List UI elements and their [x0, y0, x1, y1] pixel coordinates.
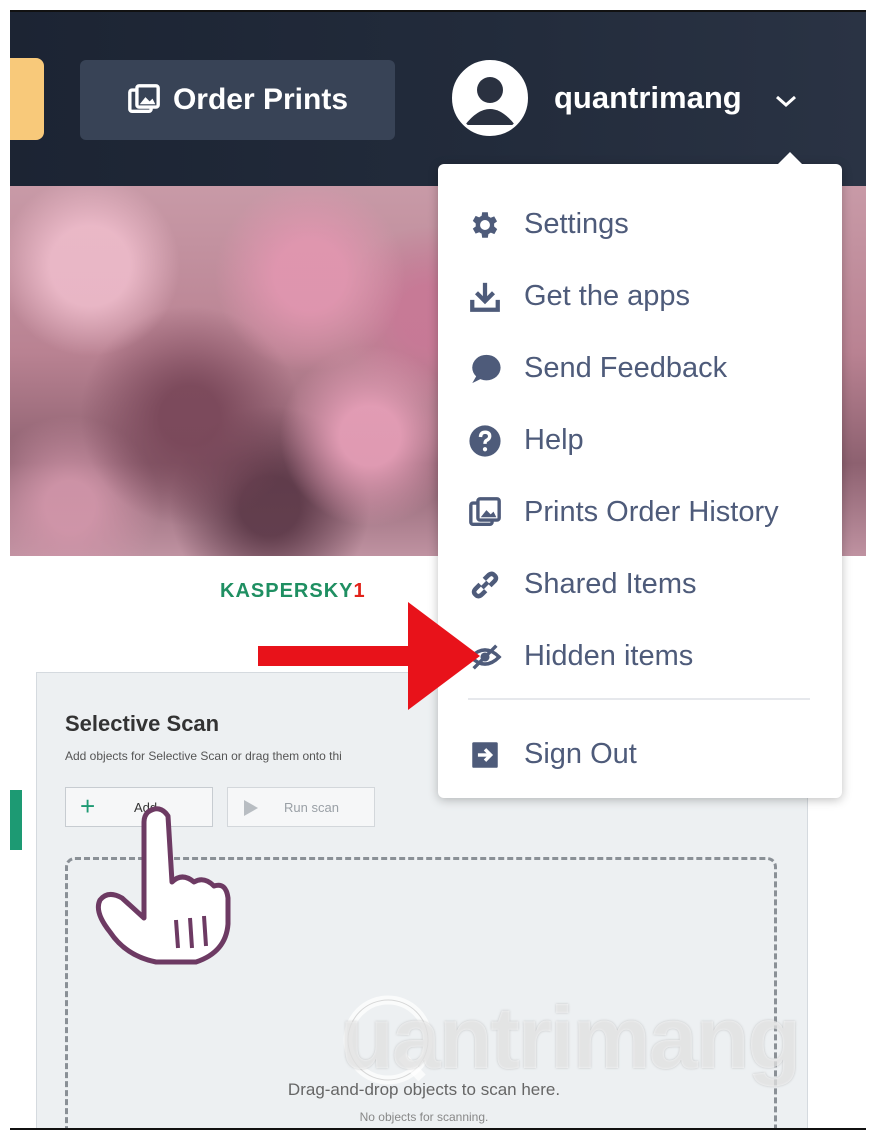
menu-item-label: Hidden items [524, 640, 694, 672]
sign-out-icon [472, 742, 498, 768]
menu-item-prints-order-history[interactable]: Prints Order History [438, 482, 842, 542]
menu-item-get-apps[interactable]: Get the apps [438, 266, 842, 326]
account-dropdown-menu: Settings Get the apps Send Feedback Help… [438, 152, 842, 798]
chevron-down-icon[interactable] [774, 92, 798, 110]
menu-item-label: Shared Items [524, 568, 697, 600]
menu-item-label: Get the apps [524, 280, 691, 312]
order-prints-label: Order Prints [172, 83, 349, 116]
upload-button-edge[interactable] [10, 58, 44, 140]
hand-pointer-icon [95, 806, 231, 965]
user-icon [455, 63, 525, 133]
menu-item-shared-items[interactable]: Shared Items [438, 554, 842, 614]
menu-item-label: Settings [524, 208, 629, 240]
menu-item-label: Help [524, 424, 584, 456]
prints-icon [128, 84, 160, 114]
red-arrow-icon [258, 602, 480, 710]
run-scan-button[interactable]: Run scan [227, 787, 375, 827]
menu-item-settings[interactable]: Settings [438, 194, 842, 254]
chat-bubble-icon [472, 354, 501, 384]
avatar[interactable] [452, 60, 528, 136]
left-strip [10, 678, 36, 1128]
order-prints-button[interactable]: Order Prints [80, 60, 395, 140]
side-tab-marker [10, 790, 22, 850]
top-bar: Order Prints quantrimang [10, 12, 866, 186]
prints-icon [469, 497, 501, 527]
menu-item-sign-out[interactable]: Sign Out [438, 724, 842, 784]
watermark-text: uantrimang [340, 988, 801, 1087]
gear-icon [472, 212, 498, 238]
kaspersky-logo: KASPERSKY1 [220, 580, 366, 602]
menu-item-send-feedback[interactable]: Send Feedback [438, 338, 842, 398]
scan-title: Selective Scan [65, 711, 220, 736]
drop-subtext: No objects for scanning. [359, 1110, 489, 1124]
screenshot-frame: Order Prints quantrimang KASPERSKY1 Sele… [10, 10, 866, 1130]
menu-item-hidden-items[interactable]: Hidden items [438, 626, 842, 686]
download-icon [470, 282, 500, 312]
username[interactable]: quantrimang [554, 80, 742, 116]
menu-caret [778, 152, 802, 164]
play-icon [244, 800, 258, 816]
menu-item-label: Send Feedback [524, 352, 728, 384]
link-icon [471, 571, 499, 599]
menu-item-label: Sign Out [524, 738, 637, 770]
scan-description: Add objects for Selective Scan or drag t… [65, 749, 342, 763]
menu-item-label: Prints Order History [524, 496, 779, 528]
menu-divider [468, 698, 810, 700]
question-circle-icon [469, 425, 501, 457]
menu-item-help[interactable]: Help [438, 410, 842, 470]
run-scan-label: Run scan [284, 800, 339, 815]
